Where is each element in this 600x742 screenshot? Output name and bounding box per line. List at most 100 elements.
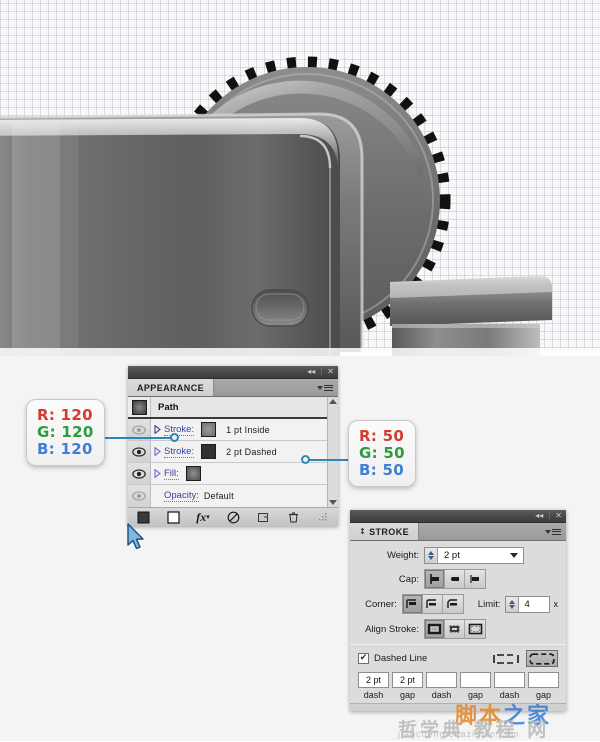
- add-new-effect-icon[interactable]: fx ▾: [193, 510, 213, 525]
- disclosure-triangle-fill[interactable]: [153, 469, 161, 478]
- rgb-callout-50: R: 50 G: 50 B: 50: [348, 420, 416, 487]
- align-stroke-button-group: [424, 619, 486, 639]
- visibility-toggle-stroke-dashed[interactable]: [128, 441, 151, 462]
- collapse-icon[interactable]: ◂◂: [307, 368, 315, 376]
- align-outside-button[interactable]: [465, 620, 485, 638]
- close-icon[interactable]: ✕: [555, 512, 562, 520]
- duplicate-item-icon[interactable]: [253, 510, 273, 525]
- weight-dropdown-icon[interactable]: [505, 553, 523, 558]
- visibility-toggle-fill[interactable]: [128, 463, 151, 484]
- gap-field-3: gap: [528, 672, 559, 700]
- limit-stepper[interactable]: [505, 596, 519, 612]
- stepper-down-icon[interactable]: [508, 604, 515, 609]
- close-icon[interactable]: ✕: [327, 368, 334, 376]
- dash-input-3[interactable]: [494, 672, 525, 688]
- cap-button-group: [424, 569, 486, 589]
- fill-swatch[interactable]: [185, 466, 201, 481]
- rgb-callout-120: R: 120 G: 120 B: 120: [26, 399, 105, 466]
- dash-caption-1: dash: [363, 690, 384, 700]
- gap-input-2[interactable]: [460, 672, 491, 688]
- miter-join-button[interactable]: [402, 595, 423, 613]
- appearance-footer-toolbar: fx ▾: [128, 507, 338, 526]
- dash-caption-3: dash: [499, 690, 520, 700]
- gap-field-1: 2 pt gap: [392, 672, 423, 700]
- weight-stepper[interactable]: [425, 548, 438, 563]
- chevron-right-icon: [153, 469, 161, 478]
- dashed-line-checkbox[interactable]: ✔: [358, 653, 369, 664]
- stepper-up-icon[interactable]: [508, 599, 515, 604]
- panel-resize-grip[interactable]: [313, 510, 333, 525]
- dash-gap-fields: 2 pt dash 2 pt gap dash gap dash gap: [358, 672, 559, 700]
- disclosure-triangle-stroke-inside[interactable]: [153, 425, 161, 434]
- butt-cap-button[interactable]: [425, 570, 445, 588]
- gap-input-3[interactable]: [528, 672, 559, 688]
- scroll-up-icon[interactable]: [329, 399, 337, 404]
- preserve-exact-dash-button[interactable]: [490, 650, 522, 667]
- tab-appearance[interactable]: APPEARANCE: [128, 379, 215, 396]
- projecting-cap-button[interactable]: [465, 570, 485, 588]
- stroke-inside-label[interactable]: Stroke:: [164, 424, 195, 436]
- delete-item-icon[interactable]: [283, 510, 303, 525]
- callout-r-value: R: 120: [37, 406, 93, 424]
- callout-r-value: R: 50: [359, 427, 405, 445]
- add-new-fill-icon[interactable]: [163, 510, 183, 525]
- round-cap-button[interactable]: [445, 570, 465, 588]
- callout-g-value: G: 120: [37, 423, 94, 441]
- stroke-inside-swatch[interactable]: [201, 422, 217, 437]
- titlebar-separator: |: [320, 367, 323, 376]
- limit-group: Limit: 4 x: [477, 595, 558, 613]
- corner-row: Corner: Limit: 4 x: [358, 594, 558, 614]
- align-center-button[interactable]: [425, 620, 445, 638]
- eye-icon: [132, 446, 146, 457]
- bevel-join-button[interactable]: [442, 595, 463, 613]
- align-inside-button[interactable]: [445, 620, 465, 638]
- appearance-row-path[interactable]: Path: [128, 397, 338, 419]
- align-dashes-to-corners-button[interactable]: [526, 650, 558, 667]
- align-stroke-label: Align Stroke:: [365, 623, 419, 635]
- stroke-panel-divider: [350, 644, 566, 645]
- scroll-down-icon[interactable]: [329, 500, 337, 505]
- limit-label: Limit:: [477, 598, 501, 610]
- eye-icon: [132, 468, 146, 479]
- appearance-tabbar: APPEARANCE: [128, 379, 338, 397]
- appearance-row-opacity[interactable]: Opacity: Default: [128, 485, 338, 507]
- tab-stroke-label: STROKE: [369, 526, 410, 537]
- align-stroke-row: Align Stroke:: [358, 619, 558, 639]
- collapse-icon[interactable]: ◂◂: [535, 512, 543, 520]
- panel-grip-icon: ↕: [359, 527, 367, 536]
- stroke-dashed-value: 2 pt Dashed: [226, 446, 277, 457]
- dash-alignment-group: [490, 650, 558, 667]
- stroke-dashed-label[interactable]: Stroke:: [164, 446, 195, 458]
- limit-field[interactable]: 4: [504, 595, 550, 613]
- limit-value[interactable]: 4: [519, 599, 549, 610]
- panel-menu-icon[interactable]: [317, 384, 333, 391]
- disclosure-triangle-stroke-dashed[interactable]: [153, 447, 161, 456]
- weight-value[interactable]: 2 pt: [438, 550, 505, 561]
- round-join-button[interactable]: [422, 595, 443, 613]
- stepper-down-icon[interactable]: [428, 556, 434, 560]
- stroke-dashed-swatch[interactable]: [201, 444, 217, 459]
- clear-appearance-icon[interactable]: [223, 510, 243, 525]
- gap-input-1[interactable]: 2 pt: [392, 672, 423, 688]
- appearance-scrollbar[interactable]: [327, 397, 338, 507]
- panel-menu-icon[interactable]: [545, 528, 561, 535]
- visibility-toggle-opacity[interactable]: [128, 485, 151, 507]
- callout-leader-line-left: [93, 437, 177, 439]
- gap-caption-1: gap: [399, 690, 416, 700]
- gap-caption-2: gap: [467, 690, 484, 700]
- dash-input-2[interactable]: [426, 672, 457, 688]
- dashed-line-label: Dashed Line: [374, 653, 428, 664]
- dash-input-1[interactable]: 2 pt: [358, 672, 389, 688]
- opacity-label[interactable]: Opacity:: [164, 490, 199, 502]
- stroke-panel: ◂◂ | ✕ ↕ STROKE Weight: 2 pt Cap: Corner…: [350, 510, 566, 711]
- dash-caption-2: dash: [431, 690, 452, 700]
- callout-anchor-dot-right: [301, 455, 310, 464]
- fill-label[interactable]: Fill:: [164, 468, 179, 480]
- opacity-value: Default: [203, 491, 234, 501]
- stepper-up-icon[interactable]: [428, 551, 434, 555]
- weight-field[interactable]: 2 pt: [424, 547, 524, 564]
- tab-stroke[interactable]: ↕ STROKE: [350, 523, 420, 540]
- dash-field-3: dash: [494, 672, 525, 700]
- stroke-panel-footer: [350, 704, 566, 711]
- appearance-row-fill[interactable]: Fill:: [128, 463, 338, 485]
